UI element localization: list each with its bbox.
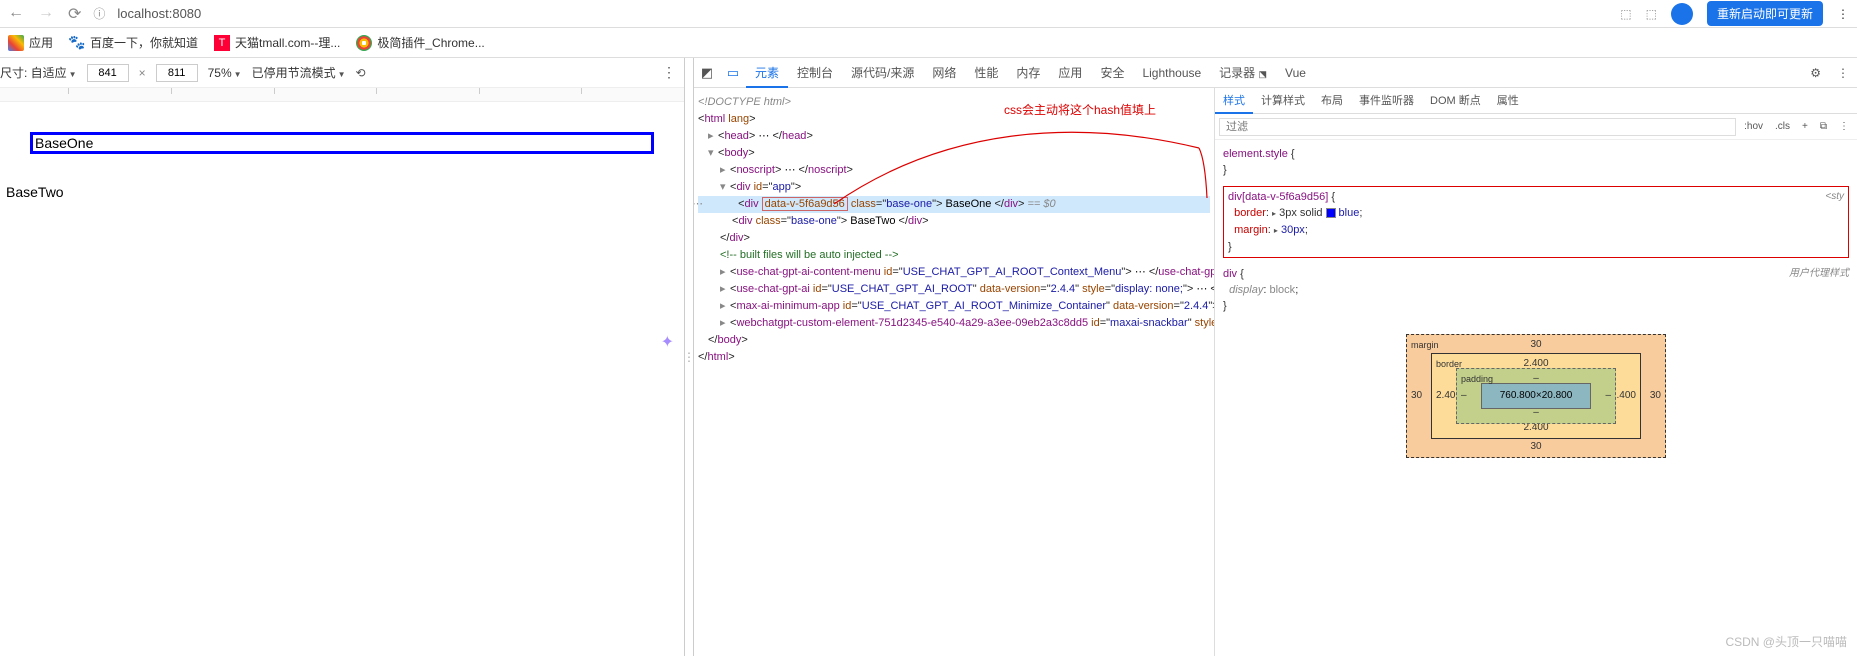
- settings-icon[interactable]: ⚙: [1802, 66, 1829, 80]
- dom-line[interactable]: ▸<max-ai-minimum-app id="USE_CHAT_GPT_AI…: [698, 298, 1210, 315]
- tab-recorder[interactable]: 记录器 ⬔: [1210, 58, 1276, 88]
- tab-computed[interactable]: 计算样式: [1253, 88, 1313, 114]
- tab-styles[interactable]: 样式: [1215, 88, 1253, 114]
- device-mode-icon[interactable]: ▭: [720, 65, 746, 81]
- dom-line[interactable]: ▸<use-chat-gpt-ai-content-menu id="USE_C…: [698, 264, 1210, 281]
- x-separator: ×: [139, 66, 146, 80]
- chrome-icon: [356, 35, 372, 51]
- tab-application[interactable]: 应用: [1049, 58, 1091, 88]
- back-icon[interactable]: ←: [8, 4, 24, 24]
- width-input[interactable]: [87, 64, 129, 82]
- dom-line[interactable]: ▾<body>: [698, 145, 1210, 162]
- dom-line[interactable]: <!-- built files will be auto injected -…: [698, 247, 1210, 264]
- annotation-text: css会主动将这个hash值填上: [1004, 102, 1156, 119]
- tmall-bookmark[interactable]: T天猫tmall.com--理...: [214, 34, 340, 51]
- sparkle-icon[interactable]: ✦: [661, 332, 674, 352]
- apps-bookmark[interactable]: 应用: [8, 34, 53, 51]
- dom-line[interactable]: ▾<div id="app">: [698, 179, 1210, 196]
- styles-tabs: 样式 计算样式 布局 事件监听器 DOM 断点 属性: [1215, 88, 1857, 114]
- device-menu-icon[interactable]: ⋮: [662, 64, 676, 81]
- ruler: [0, 88, 684, 102]
- styles-pane: 样式 计算样式 布局 事件监听器 DOM 断点 属性 :hov .cls + ⧉…: [1214, 88, 1857, 656]
- box-model[interactable]: margin 30 30 30 30 border 2.400 2.400 2.…: [1406, 334, 1666, 458]
- tab-sources[interactable]: 源代码/来源: [842, 58, 923, 88]
- more-icon[interactable]: ⋮: [1835, 121, 1853, 132]
- dom-line[interactable]: ▸<use-chat-gpt-ai id="USE_CHAT_GPT_AI_RO…: [698, 281, 1210, 298]
- watermark: CSDN @头顶一只喵喵: [1725, 633, 1847, 650]
- throttle-dropdown[interactable]: 已停用节流模式▼: [252, 64, 346, 81]
- tab-vue[interactable]: Vue: [1276, 58, 1315, 88]
- kebab-icon[interactable]: ⋮: [1837, 7, 1849, 21]
- hov-button[interactable]: :hov: [1740, 121, 1767, 132]
- extension-icon[interactable]: ⬚: [1620, 7, 1631, 21]
- add-rule-button[interactable]: +: [1798, 121, 1812, 132]
- splitter[interactable]: ⋮: [685, 58, 693, 656]
- styles-toolbar: :hov .cls + ⧉ ⋮: [1215, 114, 1857, 140]
- bookmark-bar: 应用 🐾百度一下，你就知道 T天猫tmall.com--理... 极简插件_Ch…: [0, 28, 1857, 58]
- devtools-tabs: ◩ ▭ 元素 控制台 源代码/来源 网络 性能 内存 应用 安全 Lightho…: [694, 58, 1857, 88]
- rule-element-style[interactable]: element.style {}: [1223, 146, 1849, 178]
- tab-memory[interactable]: 内存: [1007, 58, 1049, 88]
- tab-elements[interactable]: 元素: [746, 58, 788, 88]
- color-swatch[interactable]: [1326, 208, 1336, 218]
- height-input[interactable]: [156, 64, 198, 82]
- apps-icon: [8, 35, 24, 51]
- elements-panel[interactable]: css会主动将这个hash值填上 <!DOCTYPE html> <html l…: [694, 88, 1214, 656]
- dom-line[interactable]: </div>: [698, 230, 1210, 247]
- device-toolbar: 尺寸: 自适应▼ × 75%▼ 已停用节流模式▼ ⟲ ⋮: [0, 58, 684, 88]
- tab-layout[interactable]: 布局: [1313, 88, 1351, 114]
- zoom-dropdown[interactable]: 75%▼: [208, 66, 242, 80]
- extension-icon-2[interactable]: ⬚: [1646, 7, 1657, 21]
- rule-data-v[interactable]: <sty div[data-v-5f6a9d56] { border: ▸ 3p…: [1223, 186, 1849, 258]
- devtools: ◩ ▭ 元素 控制台 源代码/来源 网络 性能 内存 应用 安全 Lightho…: [693, 58, 1857, 656]
- page-pane: 尺寸: 自适应▼ × 75%▼ 已停用节流模式▼ ⟲ ⋮ BaseOne Bas…: [0, 58, 685, 656]
- tab-network[interactable]: 网络: [923, 58, 965, 88]
- tab-dom-breakpoints[interactable]: DOM 断点: [1422, 88, 1489, 114]
- restart-button[interactable]: 重新启动即可更新: [1707, 1, 1823, 26]
- dom-line[interactable]: <div class="base-one"> BaseTwo </div>: [698, 213, 1210, 230]
- base-two-element[interactable]: BaseTwo: [6, 184, 678, 200]
- dom-line[interactable]: </body>: [698, 332, 1210, 349]
- rule-div[interactable]: 用户代理样式 div { display: block;}: [1223, 266, 1849, 314]
- dom-line[interactable]: </html>: [698, 349, 1210, 366]
- tab-security[interactable]: 安全: [1091, 58, 1133, 88]
- dom-line[interactable]: ▸<head> ⋯ </head>: [698, 128, 1210, 145]
- rotate-icon[interactable]: ⟲: [356, 66, 366, 80]
- baidu-icon: 🐾: [69, 35, 85, 51]
- cls-button[interactable]: .cls: [1771, 121, 1794, 132]
- inspect-icon[interactable]: ◩: [694, 65, 720, 81]
- info-icon[interactable]: ⓘ: [93, 5, 105, 22]
- tab-listeners[interactable]: 事件监听器: [1351, 88, 1422, 114]
- chrome-bookmark[interactable]: 极简插件_Chrome...: [356, 34, 484, 51]
- filter-input[interactable]: [1219, 118, 1736, 136]
- viewport[interactable]: BaseOne BaseTwo ✦: [0, 102, 684, 656]
- tab-performance[interactable]: 性能: [965, 58, 1007, 88]
- kebab-icon[interactable]: ⋮: [1829, 66, 1857, 80]
- dimension-label[interactable]: 尺寸: 自适应▼: [0, 64, 77, 81]
- tmall-icon: T: [214, 35, 230, 51]
- url-bar[interactable]: localhost:8080: [117, 6, 201, 21]
- base-one-element[interactable]: BaseOne: [30, 132, 654, 154]
- avatar[interactable]: [1671, 3, 1693, 25]
- dom-line[interactable]: ▸<webchatgpt-custom-element-751d2345-e54…: [698, 315, 1210, 332]
- tab-console[interactable]: 控制台: [788, 58, 842, 88]
- styles-rules[interactable]: element.style {} <sty div[data-v-5f6a9d5…: [1215, 140, 1857, 484]
- baidu-bookmark[interactable]: 🐾百度一下，你就知道: [69, 34, 198, 51]
- dom-line[interactable]: ▸<noscript> ⋯ </noscript>: [698, 162, 1210, 179]
- selected-dom-line[interactable]: ⋯ <div data-v-5f6a9d56 class="base-one">…: [698, 196, 1210, 213]
- tab-lighthouse[interactable]: Lighthouse: [1133, 58, 1210, 88]
- forward-icon[interactable]: →: [38, 4, 54, 24]
- browser-chrome: ← → ⟳ ⓘ localhost:8080 ⬚ ⬚ 重新启动即可更新 ⋮: [0, 0, 1857, 28]
- copy-icon[interactable]: ⧉: [1816, 121, 1831, 132]
- reload-icon[interactable]: ⟳: [68, 4, 81, 24]
- tab-properties[interactable]: 属性: [1489, 88, 1527, 114]
